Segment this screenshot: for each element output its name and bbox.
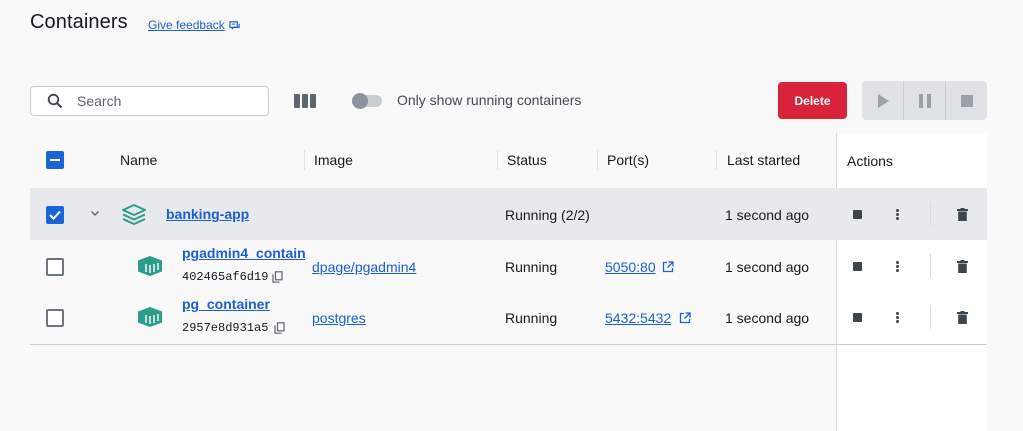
row-checkbox[interactable] (46, 258, 64, 276)
column-divider (304, 150, 305, 170)
trash-icon[interactable] (957, 311, 968, 324)
stop-icon[interactable] (853, 210, 862, 219)
bulk-actions-group (862, 81, 987, 120)
container-icon (138, 307, 162, 327)
port-link[interactable]: 5432:5432 (605, 310, 671, 326)
container-status: Running (505, 259, 558, 275)
container-status: Running (505, 310, 558, 326)
copy-icon[interactable] (272, 271, 283, 283)
column-header-image[interactable]: Image (314, 152, 353, 168)
group-name-link[interactable]: banking-app (166, 206, 249, 222)
column-divider (716, 150, 717, 170)
column-header-last-started[interactable]: Last started (727, 152, 800, 168)
stop-button[interactable] (946, 81, 987, 120)
page-title: Containers (30, 11, 128, 33)
column-header-name[interactable]: Name (120, 152, 157, 168)
container-name-link[interactable]: pgadmin4_container (182, 245, 305, 261)
search-input[interactable] (77, 93, 247, 109)
column-header-status[interactable]: Status (507, 152, 547, 168)
action-divider (930, 305, 931, 329)
search-box[interactable] (30, 86, 269, 116)
delete-button[interactable]: Delete (778, 82, 847, 119)
start-button[interactable] (862, 81, 904, 120)
table-bottom-divider (30, 344, 987, 345)
search-icon (47, 93, 63, 109)
more-icon[interactable] (896, 261, 899, 272)
select-all-checkbox[interactable] (46, 151, 64, 169)
container-last-started: 1 second ago (725, 259, 810, 275)
action-divider (930, 202, 931, 226)
pause-button[interactable] (904, 81, 946, 120)
stack-icon (122, 204, 146, 225)
container-name-link[interactable]: pg_container (182, 296, 270, 312)
chevron-down-icon[interactable] (90, 210, 100, 217)
port-link[interactable]: 5050:80 (605, 259, 656, 275)
pause-icon (918, 93, 931, 108)
give-feedback-link[interactable]: Give feedback (148, 18, 240, 32)
column-divider (497, 150, 498, 170)
more-icon[interactable] (896, 312, 899, 323)
container-id: 402465af6d19 (182, 270, 269, 284)
column-divider (597, 150, 598, 170)
more-icon[interactable] (896, 209, 899, 220)
container-id: 2957e8d931a5 (182, 321, 269, 335)
external-link-icon[interactable] (662, 261, 674, 273)
external-link-icon[interactable] (679, 312, 691, 324)
trash-icon[interactable] (957, 208, 968, 221)
column-header-actions: Actions (847, 153, 893, 169)
play-icon (877, 93, 889, 108)
running-only-toggle[interactable] (352, 93, 382, 109)
stop-icon[interactable] (853, 262, 862, 271)
feedback-icon (229, 20, 240, 30)
columns-icon[interactable] (294, 94, 316, 108)
row-checkbox[interactable] (46, 309, 64, 327)
group-checkbox[interactable] (46, 206, 64, 224)
group-last-started: 1 second ago (725, 207, 810, 223)
action-divider (930, 254, 931, 278)
stop-icon (960, 94, 973, 107)
image-link[interactable]: dpage/pgadmin4 (312, 259, 416, 275)
container-icon (138, 256, 162, 276)
running-only-label: Only show running containers (397, 92, 582, 108)
column-header-ports[interactable]: Port(s) (607, 152, 649, 168)
image-link[interactable]: postgres (312, 310, 366, 326)
stop-icon[interactable] (853, 313, 862, 322)
actions-column-panel (836, 133, 987, 431)
group-status: Running (2/2) (505, 207, 590, 223)
copy-icon[interactable] (274, 322, 285, 334)
trash-icon[interactable] (957, 260, 968, 273)
container-last-started: 1 second ago (725, 310, 810, 326)
give-feedback-label: Give feedback (148, 18, 225, 32)
